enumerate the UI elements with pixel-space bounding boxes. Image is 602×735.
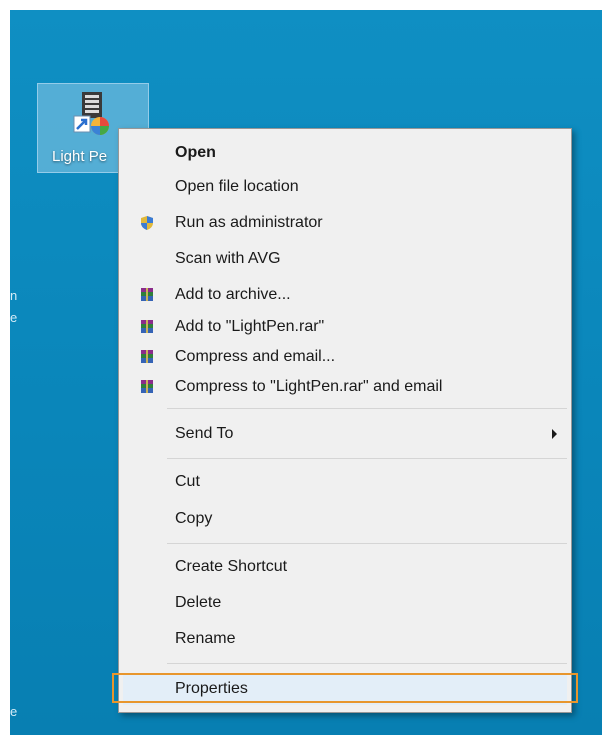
properties-highlight-box [112,673,578,703]
menu-item-label: Open [175,144,216,161]
menu-item-open[interactable]: Open [123,137,567,169]
winrar-icon [141,380,153,393]
context-menu: Open Open file location Run as administr… [118,128,572,713]
menu-separator [167,408,567,409]
menu-item-label: Compress and email... [175,348,336,365]
winrar-icon [141,288,153,301]
menu-item-add-to-archive[interactable]: Add to archive... [123,279,567,311]
desktop-edge-text: e [10,704,18,719]
menu-separator [167,458,567,459]
menu-item-label: Open file location [175,178,299,195]
desktop-shortcut-label: Light Pe [52,148,108,165]
menu-item-label: Delete [175,594,222,611]
desktop-edge-text: e [10,310,18,325]
menu-item-label: Compress to "LightPen.rar" and email [175,378,443,395]
desktop-edge-text: n [10,288,18,303]
menu-item-label: Rename [175,630,236,647]
lightpen-shortcut-icon [73,92,109,135]
menu-item-label: Create Shortcut [175,558,288,575]
menu-item-rename[interactable]: Rename [123,623,567,655]
menu-separator [167,543,567,544]
winrar-icon [141,350,153,363]
menu-item-run-as-administrator[interactable]: Run as administrator [123,207,567,239]
menu-item-compress-and-email[interactable]: Compress and email... [123,341,567,373]
menu-item-create-shortcut[interactable]: Create Shortcut [123,551,567,583]
menu-item-open-file-location[interactable]: Open file location [123,171,567,203]
menu-separator [167,663,567,664]
menu-item-label: Cut [175,473,200,490]
menu-item-label: Scan with AVG [175,250,281,267]
menu-item-send-to[interactable]: Send To [123,418,567,450]
menu-item-label: Add to "LightPen.rar" [175,318,325,335]
winrar-icon [141,320,153,333]
menu-item-label: Copy [175,510,213,527]
menu-item-cut[interactable]: Cut [123,466,567,498]
submenu-arrow-icon [552,429,557,439]
menu-item-add-to-rar[interactable]: Add to "LightPen.rar" [123,311,567,343]
menu-item-copy[interactable]: Copy [123,503,567,535]
menu-item-label: Add to archive... [175,286,291,303]
menu-item-scan-with-avg[interactable]: Scan with AVG [123,243,567,275]
uac-shield-icon [141,216,153,230]
menu-item-label: Send To [175,425,234,442]
menu-item-label: Run as administrator [175,214,323,231]
menu-item-compress-to-rar-and-email[interactable]: Compress to "LightPen.rar" and email [123,371,567,403]
menu-item-delete[interactable]: Delete [123,587,567,619]
